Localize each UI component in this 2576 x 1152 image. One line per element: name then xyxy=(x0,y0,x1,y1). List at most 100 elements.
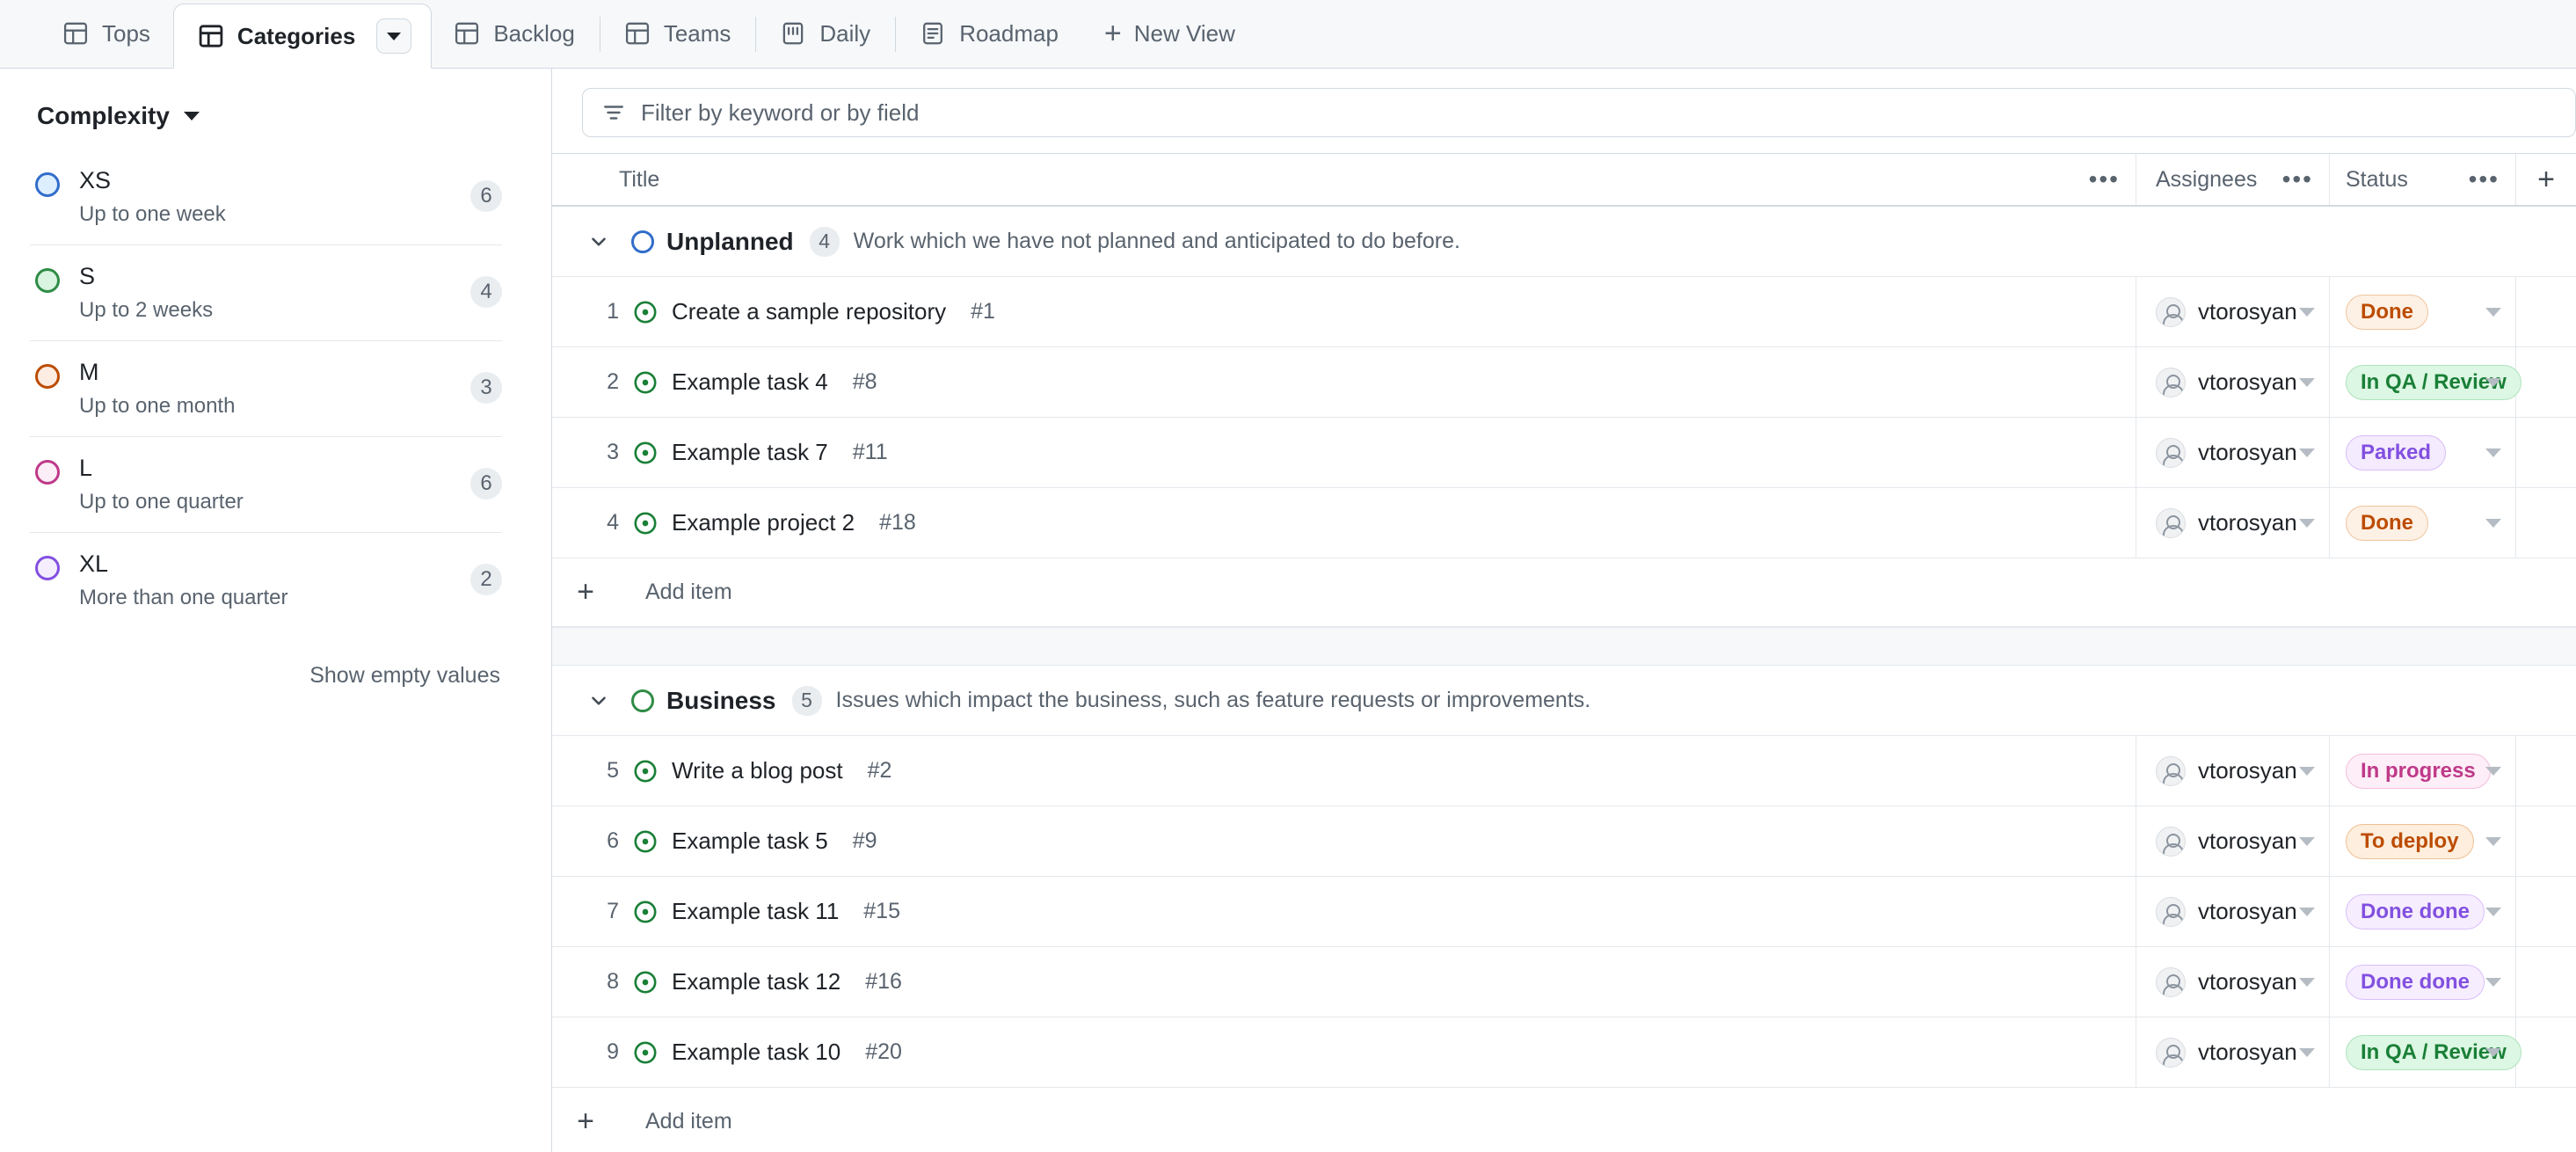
cell-title[interactable]: 3 Example task 7 #11 xyxy=(552,418,2136,487)
cell-status[interactable]: In QA / Review xyxy=(2330,1017,2521,1087)
tab-categories[interactable]: Categories xyxy=(172,4,433,69)
column-header-assignees[interactable]: Assignees ••• xyxy=(2136,154,2330,205)
cell-status[interactable]: Parked xyxy=(2330,418,2516,487)
sidebar-item-xs[interactable]: XS Up to one week 6 xyxy=(30,149,502,246)
chevron-down-icon[interactable] xyxy=(2485,518,2501,528)
cell-status[interactable]: To deploy xyxy=(2330,806,2516,876)
add-column-button[interactable]: + xyxy=(2516,154,2576,205)
group-header-unplanned[interactable]: Unplanned 4 Work which we have not plann… xyxy=(552,207,2576,277)
chevron-down-icon[interactable] xyxy=(2485,977,2501,987)
row-title: Example task 4 xyxy=(672,368,828,395)
sidebar-header[interactable]: Complexity xyxy=(30,69,502,149)
issue-open-icon xyxy=(633,511,658,536)
cell-assignees[interactable]: vtorosyan xyxy=(2136,736,2330,806)
sidebar-item-l[interactable]: L Up to one quarter 6 xyxy=(30,437,502,534)
row-end-spacer xyxy=(2516,488,2576,558)
table-row[interactable]: 7 Example task 11 #15 vtorosyan Done don… xyxy=(552,877,2576,947)
cell-assignees[interactable]: vtorosyan xyxy=(2136,806,2330,876)
sidebar-item-count: 2 xyxy=(470,564,502,596)
row-issue-number: #9 xyxy=(852,828,877,853)
cell-status[interactable]: Done xyxy=(2330,488,2516,558)
sidebar-item-count: 4 xyxy=(470,276,502,309)
chevron-down-icon[interactable] xyxy=(2485,377,2501,387)
chevron-down-icon[interactable] xyxy=(2299,836,2315,846)
assignee-name: vtorosyan xyxy=(2198,1039,2297,1065)
chevron-down-icon[interactable] xyxy=(2485,836,2501,846)
cell-assignees[interactable]: vtorosyan xyxy=(2136,947,2330,1017)
chevron-down-icon[interactable] xyxy=(2485,307,2501,317)
column-header-title[interactable]: Title ••• xyxy=(552,154,2136,205)
chevron-down-icon[interactable] xyxy=(2485,766,2501,776)
filter-bar: Filter by keyword or by field xyxy=(552,69,2576,153)
cell-assignees[interactable]: vtorosyan xyxy=(2136,277,2330,346)
column-header-status[interactable]: Status ••• xyxy=(2330,154,2516,205)
sidebar-title: Complexity xyxy=(37,102,170,129)
cell-status[interactable]: In QA / Review xyxy=(2330,347,2521,417)
cell-title[interactable]: 6 Example task 5 #9 xyxy=(552,806,2136,876)
tab-daily[interactable]: Daily xyxy=(758,0,893,68)
cell-title[interactable]: 9 Example task 10 #20 xyxy=(552,1017,2136,1087)
table-row[interactable]: 6 Example task 5 #9 vtorosyan To deploy xyxy=(552,806,2576,877)
cell-title[interactable]: 2 Example task 4 #8 xyxy=(552,347,2136,417)
sidebar-item-s[interactable]: S Up to 2 weeks 4 xyxy=(30,245,502,342)
table-row[interactable]: 9 Example task 10 #20 vtorosyan In QA / … xyxy=(552,1017,2576,1088)
cell-title[interactable]: 7 Example task 11 #15 xyxy=(552,877,2136,946)
sidebar-item-m[interactable]: M Up to one month 3 xyxy=(30,341,502,438)
chevron-down-icon[interactable] xyxy=(579,689,619,712)
chevron-down-icon[interactable] xyxy=(579,230,619,253)
main-panel: Filter by keyword or by field Title ••• … xyxy=(552,69,2576,1152)
cell-assignees[interactable]: vtorosyan xyxy=(2136,1017,2330,1087)
chevron-down-icon[interactable] xyxy=(2299,518,2315,528)
cell-title[interactable]: 1 Create a sample repository #1 xyxy=(552,277,2136,346)
tab-tops[interactable]: Tops xyxy=(40,0,173,68)
cell-status[interactable]: Done done xyxy=(2330,877,2516,946)
chevron-down-icon[interactable] xyxy=(2299,307,2315,317)
column-menu-icon[interactable]: ••• xyxy=(2469,165,2515,193)
table-row[interactable]: 8 Example task 12 #16 vtorosyan Done don… xyxy=(552,947,2576,1017)
table-row[interactable]: 5 Write a blog post #2 vtorosyan In prog… xyxy=(552,736,2576,806)
cell-title[interactable]: 5 Write a blog post #2 xyxy=(552,736,2136,806)
cell-status[interactable]: Done xyxy=(2330,277,2516,346)
column-menu-icon[interactable]: ••• xyxy=(2282,165,2329,193)
chevron-down-icon[interactable] xyxy=(2299,766,2315,776)
column-menu-icon[interactable]: ••• xyxy=(2089,165,2136,193)
chevron-down-icon[interactable] xyxy=(2485,448,2501,457)
chevron-down-icon[interactable] xyxy=(2299,977,2315,987)
row-issue-number: #8 xyxy=(852,369,877,394)
chevron-down-icon[interactable] xyxy=(2299,907,2315,916)
table-icon xyxy=(625,21,650,46)
cell-assignees[interactable]: vtorosyan xyxy=(2136,877,2330,946)
cell-status[interactable]: Done done xyxy=(2330,947,2516,1017)
tab-teams[interactable]: Teams xyxy=(602,0,754,68)
table-row[interactable]: 2 Example task 4 #8 vtorosyan In QA / Re… xyxy=(552,347,2576,418)
cell-status[interactable]: In progress xyxy=(2330,736,2516,806)
tab-backlog[interactable]: Backlog xyxy=(432,0,598,68)
cell-assignees[interactable]: vtorosyan xyxy=(2136,347,2330,417)
chevron-down-icon[interactable] xyxy=(2299,448,2315,457)
cell-assignees[interactable]: vtorosyan xyxy=(2136,418,2330,487)
chevron-down-icon[interactable] xyxy=(2299,1047,2315,1057)
row-issue-number: #15 xyxy=(863,899,900,923)
chevron-down-icon[interactable] xyxy=(2485,1047,2501,1057)
add-item-row[interactable]: + Add item xyxy=(552,558,2576,627)
cell-title[interactable]: 4 Example project 2 #18 xyxy=(552,488,2136,558)
complexity-ring-icon xyxy=(35,556,60,581)
new-view-button[interactable]: + New View xyxy=(1081,0,1258,68)
tab-menu-button[interactable] xyxy=(376,18,412,54)
table-row[interactable]: 3 Example task 7 #11 vtorosyan Parked xyxy=(552,418,2576,488)
sidebar-item-count: 3 xyxy=(470,372,502,405)
table-row[interactable]: 1 Create a sample repository #1 vtorosya… xyxy=(552,277,2576,347)
roadmap-icon xyxy=(921,21,945,46)
table-row[interactable]: 4 Example project 2 #18 vtorosyan Done xyxy=(552,488,2576,558)
group-header-business[interactable]: Business 5 Issues which impact the busin… xyxy=(552,666,2576,736)
cell-assignees[interactable]: vtorosyan xyxy=(2136,488,2330,558)
chevron-down-icon[interactable] xyxy=(2299,377,2315,387)
row-end-spacer xyxy=(2516,277,2576,346)
sidebar-item-xl[interactable]: XL More than one quarter 2 xyxy=(30,533,502,628)
show-empty-values-link[interactable]: Show empty values xyxy=(30,628,502,689)
tab-roadmap[interactable]: Roadmap xyxy=(898,0,1081,68)
filter-input-wrapper[interactable]: Filter by keyword or by field xyxy=(582,88,2576,137)
chevron-down-icon[interactable] xyxy=(2485,907,2501,916)
add-item-row[interactable]: + Add item xyxy=(552,1088,2576,1152)
cell-title[interactable]: 8 Example task 12 #16 xyxy=(552,947,2136,1017)
